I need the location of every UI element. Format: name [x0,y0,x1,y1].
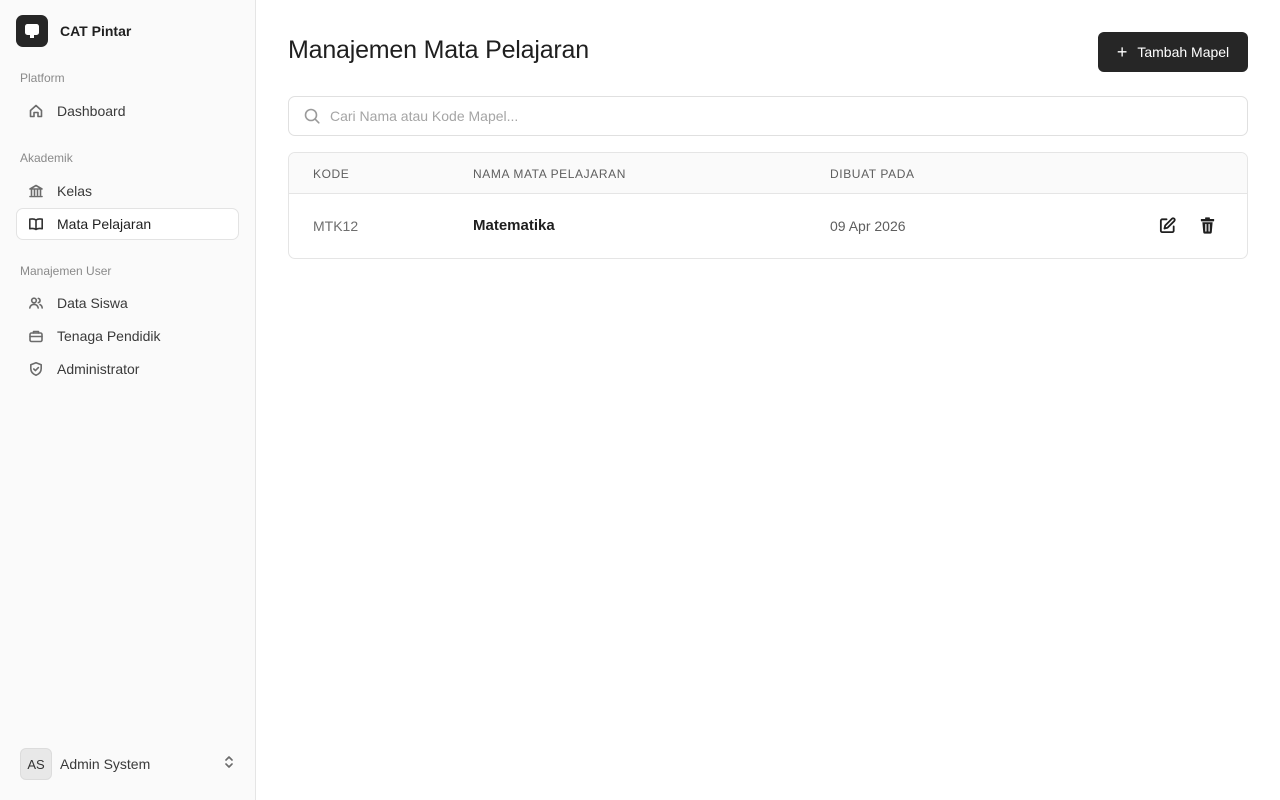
trash-icon[interactable] [1196,214,1218,236]
sidebar-item-label: Administrator [57,361,140,377]
page-title: Manajemen Mata Pelajaran [288,36,589,64]
briefcase-icon [28,328,44,344]
monitor-icon [16,15,48,47]
sidebar-item-mata-pelajaran[interactable]: Mata Pelajaran [16,208,239,240]
subjects-table: KODE NAMA MATA PELAJARAN DIBUAT PADA MTK… [288,152,1248,259]
brand[interactable]: CAT Pintar [16,14,131,48]
table-row: MTK12 Matematika 09 Apr 2026 [289,194,1247,258]
sidebar-item-label: Dashboard [57,103,126,119]
sidebar: CAT Pintar Platform Dashboard Akademik K… [0,0,256,800]
group-label-platform: Platform [20,71,65,85]
sidebar-item-label: Data Siswa [57,295,128,311]
avatar: AS [20,748,52,780]
bank-icon [28,183,44,199]
group-label-akademik: Akademik [20,151,73,165]
book-open-icon [28,216,44,232]
search-bar [288,96,1248,136]
users-icon [28,295,44,311]
user-name: Admin System [60,756,151,772]
sidebar-item-label: Tenaga Pendidik [57,328,161,344]
sidebar-item-administrator[interactable]: Administrator [16,353,239,385]
add-subject-label: Tambah Mapel [1137,44,1230,60]
table-header: KODE NAMA MATA PELAJARAN DIBUAT PADA [289,153,1247,194]
chevron-up-down-icon [222,755,236,774]
column-header-code: KODE [313,167,350,181]
subject-name: Matematika [473,217,555,234]
subject-created-date: 09 Apr 2026 [830,218,906,234]
search-input[interactable] [330,108,1210,124]
home-icon [28,103,44,119]
add-subject-button[interactable]: + Tambah Mapel [1098,32,1248,72]
subject-code: MTK12 [313,218,359,234]
edit-icon[interactable] [1156,214,1178,236]
sidebar-item-kelas[interactable]: Kelas [16,175,239,207]
search-icon [303,107,321,125]
column-header-name: NAMA MATA PELAJARAN [473,167,626,181]
sidebar-item-tenaga-pendidik[interactable]: Tenaga Pendidik [16,320,239,352]
sidebar-item-dashboard[interactable]: Dashboard [16,95,239,127]
sidebar-item-label: Mata Pelajaran [57,216,152,232]
sidebar-item-data-siswa[interactable]: Data Siswa [16,287,239,319]
app-name: CAT Pintar [60,23,132,39]
group-label-manajemen-user: Manajemen User [20,264,112,278]
user-menu[interactable]: AS Admin System [20,748,236,780]
column-header-created: DIBUAT PADA [830,167,915,181]
plus-icon: + [1116,42,1128,62]
shield-check-icon [28,361,44,377]
sidebar-item-label: Kelas [57,183,93,199]
